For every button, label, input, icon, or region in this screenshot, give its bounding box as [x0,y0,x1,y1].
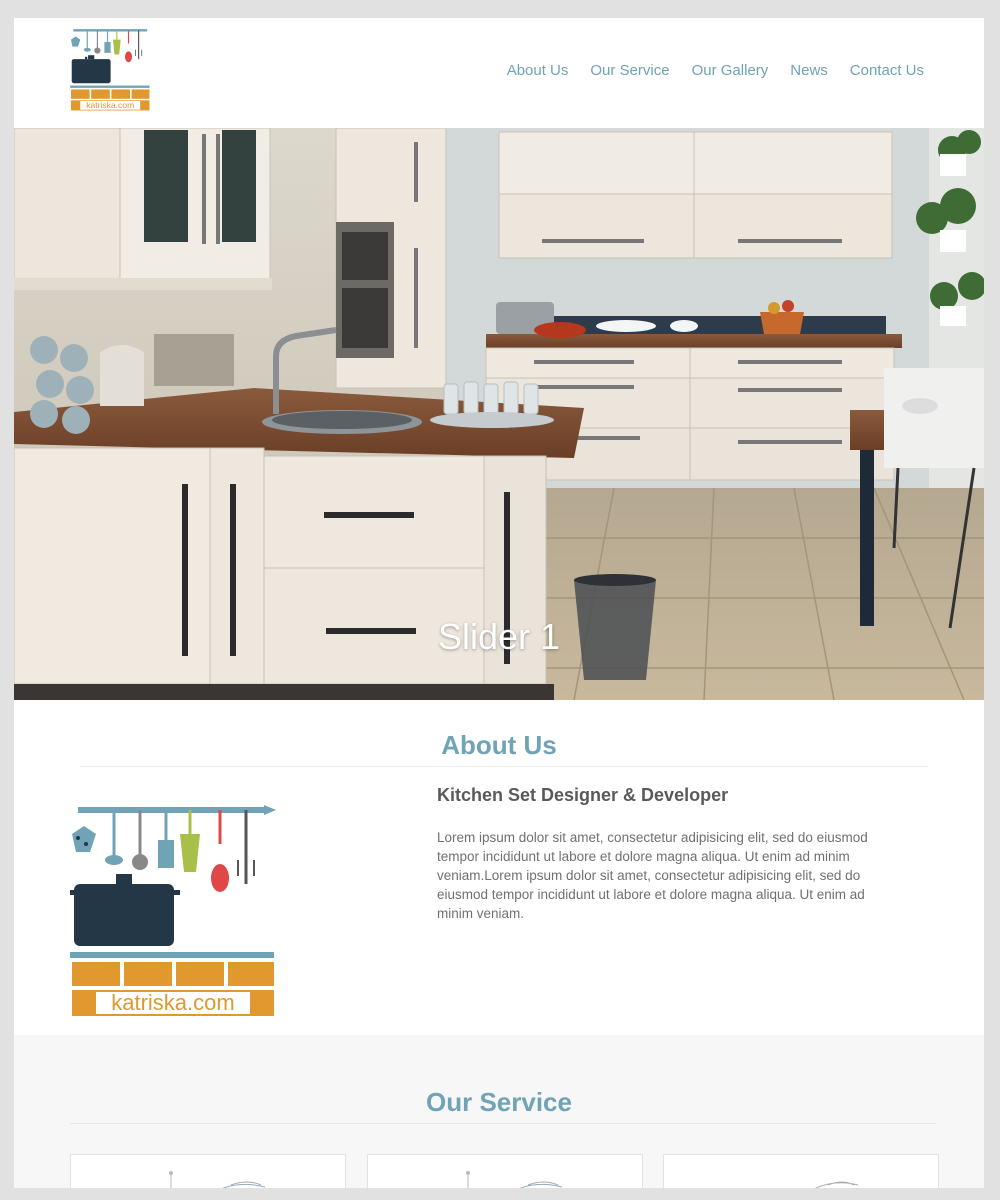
about-section: About Us katriska.com Kitchen Set Design… [14,700,984,1035]
nav-news[interactable]: News [790,62,828,79]
hero-slider[interactable]: Slider 1 [14,128,984,700]
about-subtitle: Kitchen Set Designer & Developer [437,785,729,805]
service-divider [70,1123,936,1124]
slider-caption: Slider 1 [437,616,561,657]
svg-text:katriska.com: katriska.com [111,990,234,1015]
service-card[interactable] [663,1154,939,1188]
page: katriska.com About Us Our Service Our Ga… [14,18,984,1188]
service-card-image [466,1171,563,1188]
svg-text:katriska.com: katriska.com [86,100,134,110]
service-section: Our Service [14,1035,984,1188]
site-logo[interactable]: katriska.com [70,28,152,112]
service-card[interactable] [70,1154,346,1188]
service-card-image [169,1171,266,1188]
service-title: Our Service [426,1087,572,1117]
about-divider [80,766,928,767]
nav-about-us[interactable]: About Us [507,62,569,79]
nav-contact-us[interactable]: Contact Us [850,62,924,79]
site-header: katriska.com About Us Our Service Our Ga… [14,18,984,128]
kitchen-photo [14,128,984,700]
nav-our-gallery[interactable]: Our Gallery [692,62,769,79]
service-card-image [815,1181,859,1188]
nav-our-service[interactable]: Our Service [590,62,669,79]
service-card[interactable] [367,1154,643,1188]
about-logo: katriska.com [70,805,276,1016]
about-title: About Us [441,730,557,760]
about-body: Lorem ipsum dolor sit amet, consectetur … [437,830,868,921]
main-nav: About Us Our Service Our Gallery News Co… [507,62,924,79]
